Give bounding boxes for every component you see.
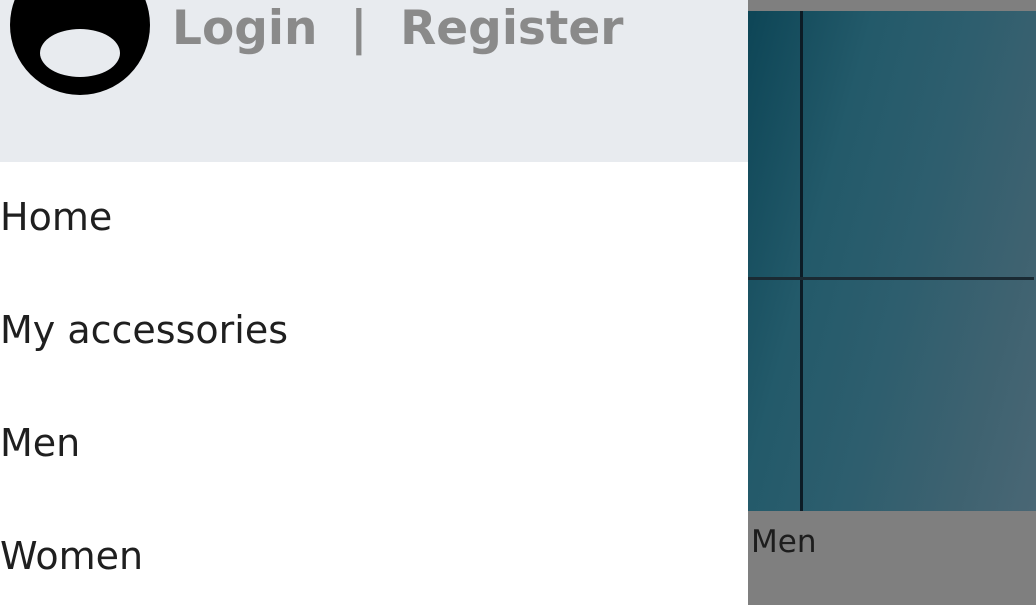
nav-item-men[interactable]: Men (0, 388, 748, 501)
nav-item-my-accessories[interactable]: My accessories (0, 275, 748, 388)
drawer-header: Login | Register (0, 0, 748, 162)
navigation-drawer: Login | Register Home My accessories Men… (0, 0, 748, 605)
panel-seam-vertical (800, 11, 803, 511)
background-page[interactable]: Men (748, 0, 1036, 605)
login-link[interactable]: Login (172, 1, 317, 56)
auth-separator: | (333, 1, 384, 56)
panel-seam-horizontal (748, 277, 1034, 280)
user-circle-icon[interactable] (10, 0, 150, 95)
nav-item-women[interactable]: Women (0, 501, 748, 605)
nav-item-home[interactable]: Home (0, 162, 748, 275)
drawer-nav: Home My accessories Men Women (0, 162, 748, 605)
app-root: Men Login | Register Home My accessories… (0, 0, 1036, 605)
hero-caption: Men (751, 524, 817, 560)
register-link[interactable]: Register (400, 1, 623, 56)
hero-image (748, 11, 1036, 511)
auth-links: Login | Register (172, 0, 623, 58)
